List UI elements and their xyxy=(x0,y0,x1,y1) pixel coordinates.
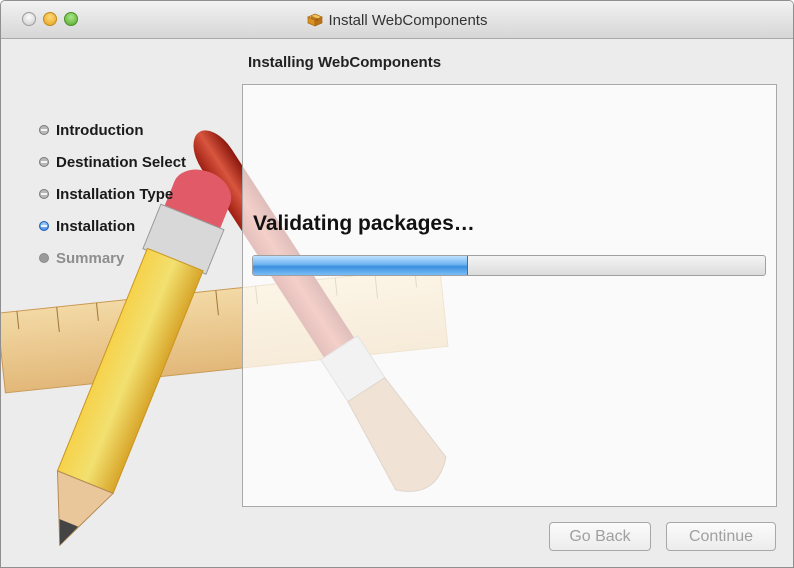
window-title: Install WebComponents xyxy=(328,11,488,29)
step-pending-icon xyxy=(39,253,49,263)
step-destination-select: Destination Select xyxy=(39,146,186,178)
step-complete-icon xyxy=(39,125,49,135)
step-current-icon xyxy=(39,221,49,231)
installer-window: Install WebComponents Installing WebComp… xyxy=(0,0,794,568)
step-introduction: Introduction xyxy=(39,114,186,146)
step-installation-type: Installation Type xyxy=(39,178,186,210)
step-complete-icon xyxy=(39,189,49,199)
step-label: Introduction xyxy=(56,121,144,139)
install-progress-bar xyxy=(252,255,766,276)
step-summary: Summary xyxy=(39,242,186,274)
step-label: Installation xyxy=(56,217,136,235)
content-pane xyxy=(242,84,777,507)
step-label: Installation Type xyxy=(56,185,174,203)
title-bar[interactable]: Install WebComponents xyxy=(1,1,793,39)
step-label: Destination Select xyxy=(56,153,187,171)
package-icon xyxy=(306,13,323,27)
install-status-text: Validating packages… xyxy=(253,212,475,235)
go-back-button[interactable]: Go Back xyxy=(549,522,651,551)
continue-button[interactable]: Continue xyxy=(666,522,776,551)
progress-fill xyxy=(253,256,469,275)
window-title-group: Install WebComponents xyxy=(1,1,793,39)
step-label: Summary xyxy=(56,249,125,267)
page-heading: Installing WebComponents xyxy=(248,54,442,71)
install-steps: Introduction Destination Select Installa… xyxy=(39,114,186,274)
step-installation: Installation xyxy=(39,210,186,242)
step-complete-icon xyxy=(39,157,49,167)
